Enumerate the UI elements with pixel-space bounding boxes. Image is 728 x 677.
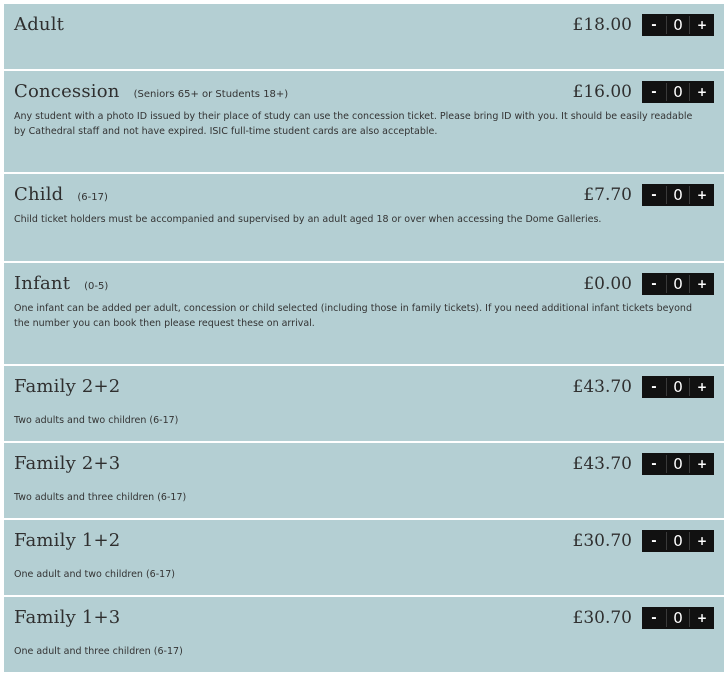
ticket-price: £16.00: [572, 82, 632, 102]
ticket-description: One infant can be added per adult, conce…: [14, 303, 692, 329]
quantity-stepper: - 0 +: [642, 14, 714, 36]
price-and-quantity: £0.00 - 0 +: [583, 273, 714, 295]
ticket-row-concession: Concession (Seniors 65+ or Students 18+)…: [4, 71, 724, 174]
decrement-button[interactable]: -: [644, 16, 664, 34]
decrement-button[interactable]: -: [644, 83, 664, 101]
price-and-quantity: £30.70 - 0 +: [573, 530, 714, 552]
quantity-stepper: - 0 +: [642, 530, 714, 552]
ticket-name: Infant: [14, 273, 71, 294]
ticket-row-child: Child (6-17) Child ticket holders must b…: [4, 174, 724, 263]
ticket-row-family-1-2: Family 1+2 One adult and two children (6…: [4, 520, 724, 597]
ticket-name: Family 2+2: [14, 376, 121, 397]
decrement-button[interactable]: -: [644, 186, 664, 204]
quantity-input[interactable]: 0: [666, 532, 690, 550]
quantity-input[interactable]: 0: [666, 16, 690, 34]
ticket-description: One adult and three children (6-17): [14, 646, 183, 657]
decrement-button[interactable]: -: [644, 609, 664, 627]
ticket-row-family-2-2: Family 2+2 Two adults and two children (…: [4, 366, 724, 443]
ticket-qualifier: (Seniors 65+ or Students 18+): [133, 89, 289, 100]
quantity-input[interactable]: 0: [666, 186, 690, 204]
ticket-name: Adult: [14, 14, 65, 35]
ticket-row-infant: Infant (0-5) One infant can be added per…: [4, 263, 724, 366]
ticket-price: £18.00: [572, 15, 632, 35]
decrement-button[interactable]: -: [644, 275, 664, 293]
quantity-stepper: - 0 +: [642, 184, 714, 206]
ticket-list: Adult £18.00 - 0 + Concession (Seniors 6…: [4, 4, 724, 674]
ticket-name: Family 2+3: [14, 453, 121, 474]
decrement-button[interactable]: -: [644, 455, 664, 473]
ticket-price: £43.70: [572, 377, 632, 397]
quantity-stepper: - 0 +: [642, 607, 714, 629]
ticket-name: Concession: [14, 81, 120, 102]
ticket-description: Child ticket holders must be accompanied…: [14, 214, 602, 225]
increment-button[interactable]: +: [692, 532, 712, 550]
ticket-price: £7.70: [583, 185, 632, 205]
quantity-input[interactable]: 0: [666, 609, 690, 627]
decrement-button[interactable]: -: [644, 378, 664, 396]
increment-button[interactable]: +: [692, 455, 712, 473]
ticket-name: Child: [14, 184, 64, 205]
ticket-row-family-1-3: Family 1+3 One adult and three children …: [4, 597, 724, 674]
quantity-input[interactable]: 0: [666, 378, 690, 396]
quantity-stepper: - 0 +: [642, 376, 714, 398]
quantity-input[interactable]: 0: [666, 455, 690, 473]
ticket-price: £43.70: [572, 454, 632, 474]
ticket-price: £30.70: [572, 531, 632, 551]
price-and-quantity: £30.70 - 0 +: [573, 607, 714, 629]
ticket-price: £30.70: [572, 608, 632, 628]
quantity-input[interactable]: 0: [666, 275, 690, 293]
ticket-name: Family 1+2: [14, 530, 121, 551]
ticket-row-adult: Adult £18.00 - 0 +: [4, 4, 724, 71]
ticket-description: Two adults and two children (6-17): [14, 415, 179, 426]
price-and-quantity: £16.00 - 0 +: [573, 81, 714, 103]
increment-button[interactable]: +: [692, 609, 712, 627]
ticket-description: Two adults and three children (6-17): [14, 492, 187, 503]
ticket-price: £0.00: [583, 274, 632, 294]
price-and-quantity: £18.00 - 0 +: [573, 14, 714, 36]
increment-button[interactable]: +: [692, 83, 712, 101]
increment-button[interactable]: +: [692, 186, 712, 204]
increment-button[interactable]: +: [692, 275, 712, 293]
price-and-quantity: £7.70 - 0 +: [583, 184, 714, 206]
ticket-description: One adult and two children (6-17): [14, 569, 175, 580]
ticket-description: Any student with a photo ID issued by th…: [14, 111, 693, 137]
increment-button[interactable]: +: [692, 378, 712, 396]
quantity-stepper: - 0 +: [642, 81, 714, 103]
ticket-row-family-2-3: Family 2+3 Two adults and three children…: [4, 443, 724, 520]
price-and-quantity: £43.70 - 0 +: [573, 453, 714, 475]
quantity-stepper: - 0 +: [642, 453, 714, 475]
decrement-button[interactable]: -: [644, 532, 664, 550]
ticket-name: Family 1+3: [14, 607, 121, 628]
ticket-qualifier: (0-5): [84, 281, 109, 292]
price-and-quantity: £43.70 - 0 +: [573, 376, 714, 398]
ticket-qualifier: (6-17): [77, 192, 108, 203]
quantity-input[interactable]: 0: [666, 83, 690, 101]
quantity-stepper: - 0 +: [642, 273, 714, 295]
increment-button[interactable]: +: [692, 16, 712, 34]
